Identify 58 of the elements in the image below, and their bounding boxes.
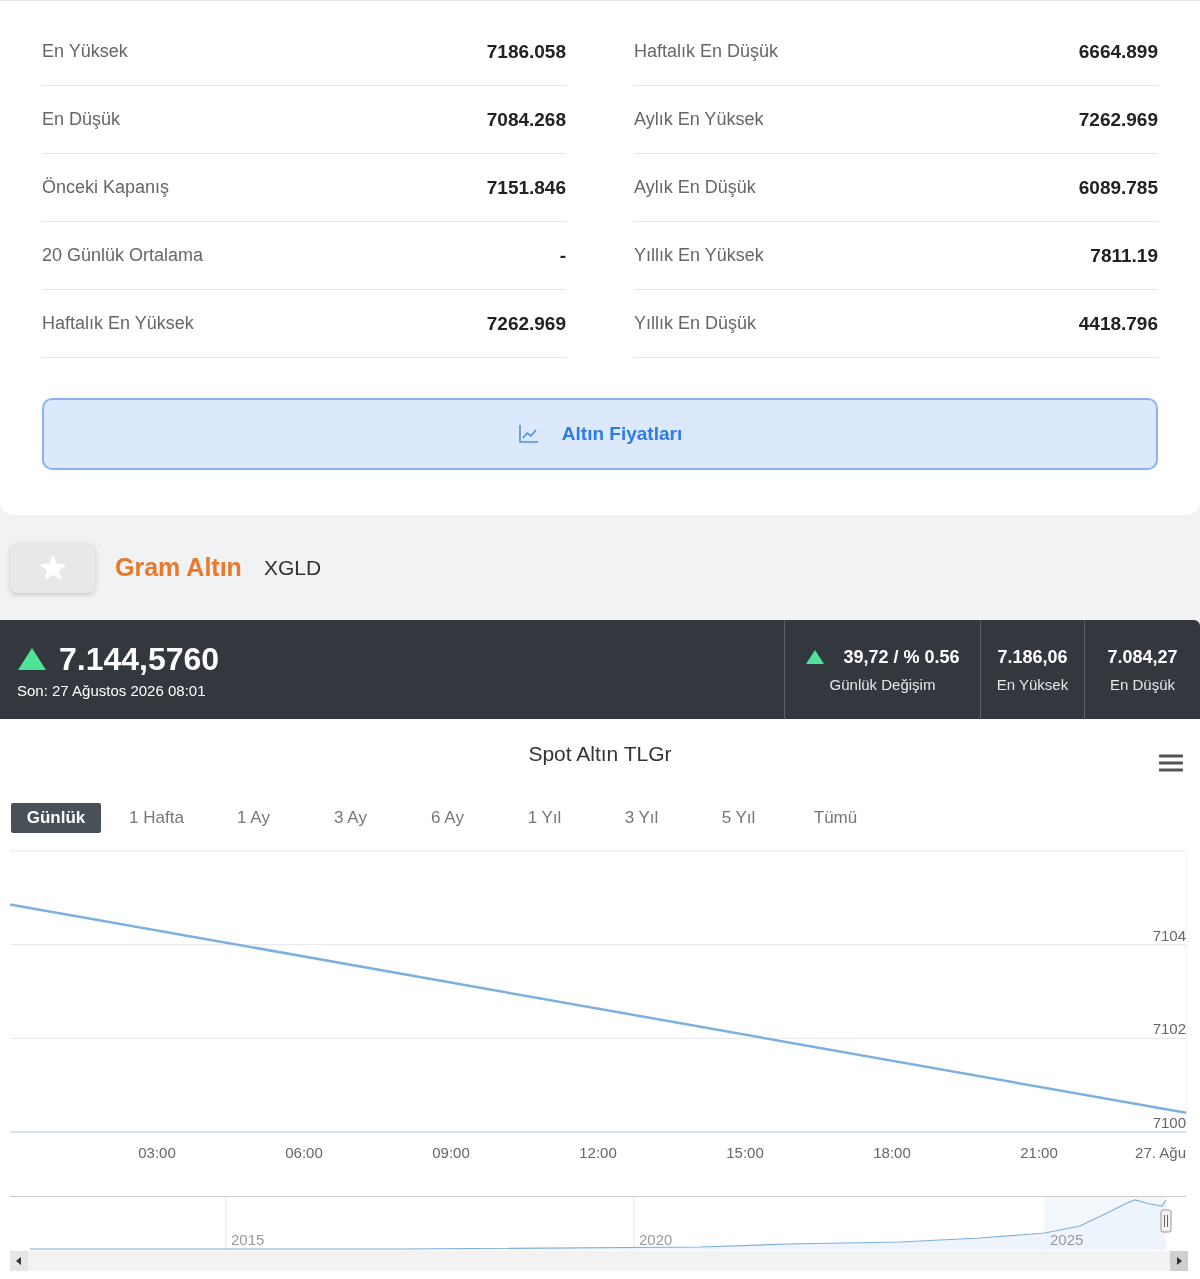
stat-value: 7151.846	[486, 176, 566, 199]
stat-value: 7811.19	[1090, 244, 1158, 267]
y-axis-label: 7104	[1152, 926, 1186, 944]
instrument-code: XGLD	[263, 555, 322, 580]
change-label: Günlük Değişim	[829, 675, 936, 693]
last-update: Son: 27 Ağustos 2026 08:01	[17, 681, 207, 699]
range-tab[interactable]: 1 Yıl	[496, 803, 593, 833]
stat-value: -	[559, 244, 566, 267]
price: 7.144,5760	[59, 640, 220, 678]
stat-label: Haftalık En Düşük	[634, 41, 779, 62]
x-axis-label: 15:00	[726, 1144, 764, 1161]
stat-label: En Düşük	[42, 109, 121, 130]
stat-value: 7084.268	[486, 108, 566, 131]
stat-label: Yıllık En Yüksek	[634, 245, 764, 266]
navigator-year-label: 2020	[639, 1231, 673, 1248]
stat-value: 7262.969	[1078, 108, 1158, 131]
x-axis-label: 21:00	[1020, 1144, 1058, 1161]
chart-title: Spot Altın TLGr	[528, 742, 672, 766]
navigator-year-label: 2025	[1050, 1231, 1084, 1248]
range-tab[interactable]: Tümü	[787, 803, 884, 833]
scrollbar[interactable]	[10, 1251, 1188, 1271]
prices-button[interactable]: Altın Fiyatları	[42, 398, 1158, 470]
x-axis-label: 12:00	[579, 1144, 617, 1161]
stat-value: 7186.058	[486, 40, 566, 63]
y-axis-label: 7102	[1152, 1020, 1186, 1038]
high-label: En Yüksek	[996, 675, 1069, 693]
date-label: 27. Ağu	[1135, 1144, 1186, 1161]
x-axis-label: 03:00	[138, 1144, 176, 1161]
range-tab[interactable]: Günlük	[11, 803, 101, 833]
line-chart-icon	[517, 424, 540, 444]
range-tab[interactable]: 6 Ay	[399, 803, 496, 833]
change-value: 39,72 / % 0.56	[843, 646, 960, 668]
stat-label: Aylık En Yüksek	[634, 109, 764, 130]
x-axis-label: 18:00	[873, 1144, 911, 1161]
stat-label: 20 Günlük Ortalama	[42, 245, 204, 266]
low-label: En Düşük	[1109, 675, 1175, 693]
range-tab[interactable]: 3 Ay	[302, 803, 399, 833]
stat-label: Haftalık En Yüksek	[42, 313, 194, 334]
high-value: 7.186,06	[997, 646, 1068, 668]
stat-value: 6664.899	[1078, 40, 1158, 63]
range-tab[interactable]: 1 Hafta	[108, 803, 205, 833]
stat-value: 6089.785	[1078, 176, 1158, 199]
y-axis-label: 7100	[1152, 1114, 1186, 1131]
stat-label: Yıllık En Düşük	[634, 313, 757, 334]
menu-icon[interactable]	[1159, 753, 1183, 773]
range-tab[interactable]: 3 Yıl	[593, 803, 690, 833]
stat-value: 4418.796	[1078, 312, 1158, 335]
low-value: 7.084,27	[1107, 646, 1178, 668]
stat-value: 7262.969	[486, 312, 566, 335]
stat-label: Aylık En Düşük	[634, 177, 756, 198]
x-axis-label: 09:00	[432, 1144, 470, 1161]
navigator-year-label: 2015	[231, 1231, 265, 1248]
stat-label: En Yüksek	[42, 41, 128, 62]
x-axis-label: 06:00	[285, 1144, 323, 1161]
stat-label: Önceki Kapanış	[42, 177, 170, 198]
instrument-name: Gram Altın	[115, 553, 242, 582]
range-tab[interactable]: 1 Ay	[205, 803, 302, 833]
range-tab[interactable]: 5 Yıl	[690, 803, 787, 833]
